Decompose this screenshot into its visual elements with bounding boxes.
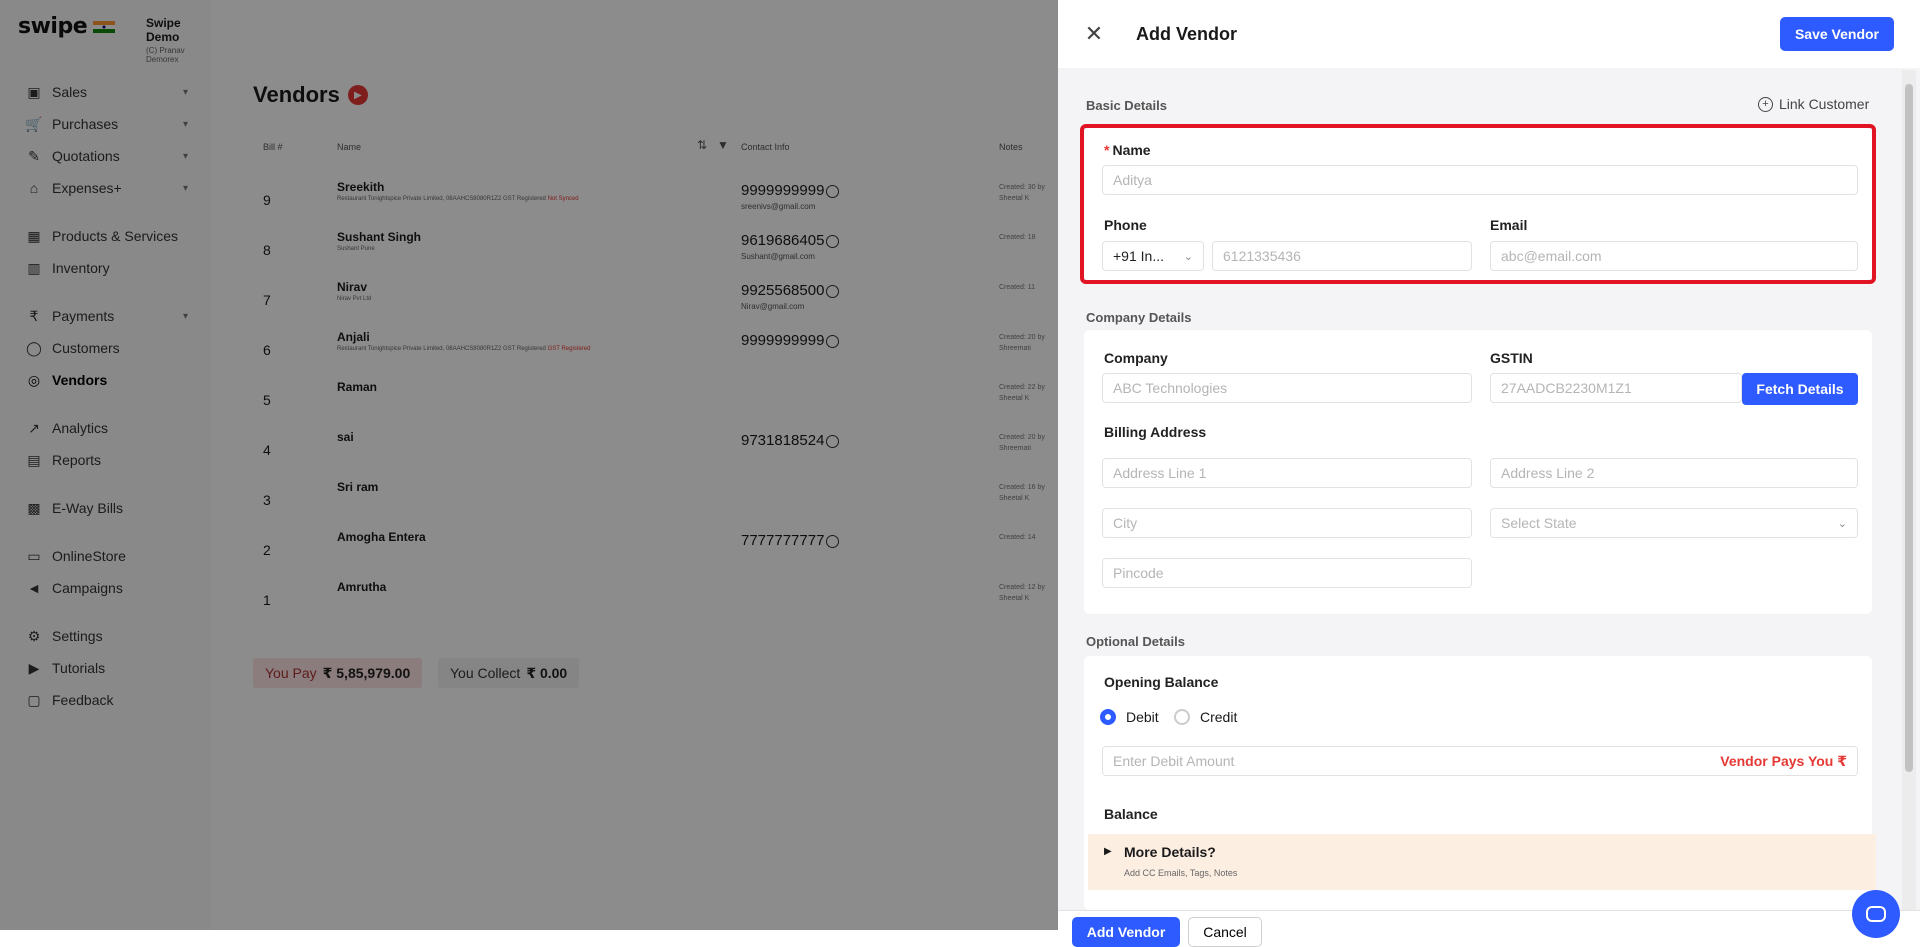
billing-address-label: Billing Address (1104, 424, 1207, 440)
drawer-footer: Add Vendor Cancel (1058, 910, 1920, 947)
credit-radio[interactable]: Credit (1174, 709, 1237, 725)
scrollbar-thumb[interactable] (1905, 84, 1913, 772)
radio-empty-icon (1174, 709, 1190, 725)
name-input[interactable]: Aditya (1102, 165, 1858, 195)
name-label: * Name (1104, 142, 1151, 158)
link-customer-link[interactable]: + Link Customer (1758, 96, 1869, 112)
chat-launcher-button[interactable] (1852, 890, 1900, 938)
modal-overlay[interactable] (0, 0, 1058, 930)
chat-icon (1866, 906, 1886, 922)
close-icon[interactable]: ✕ (1082, 22, 1106, 46)
pincode-input[interactable]: Pincode (1102, 558, 1472, 588)
plus-circle-icon: + (1758, 96, 1773, 112)
email-input[interactable]: abc@email.com (1490, 241, 1858, 271)
company-details-label: Company Details (1086, 310, 1192, 325)
gstin-input[interactable]: 27AADCB2230M1Z1 (1490, 373, 1742, 403)
chevron-down-icon: ⌄ (1183, 250, 1193, 263)
debit-amount-input[interactable]: Enter Debit Amount Vendor Pays You ₹ (1102, 746, 1858, 776)
address-line1-input[interactable]: Address Line 1 (1102, 458, 1472, 488)
radio-selected-icon (1100, 709, 1116, 725)
balance-label: Balance (1104, 806, 1158, 822)
drawer-scrollbar[interactable] (1902, 70, 1916, 910)
add-vendor-drawer: ✕ Add Vendor Save Vendor Basic Details +… (1058, 0, 1920, 947)
country-code-select[interactable]: +91 In... ⌄ (1102, 241, 1204, 271)
caret-right-icon: ▶ (1104, 846, 1112, 857)
opening-balance-label: Opening Balance (1104, 674, 1219, 690)
drawer-header: ✕ Add Vendor Save Vendor (1058, 0, 1920, 68)
vendor-pays-you-addon: Vendor Pays You ₹ (1720, 752, 1847, 769)
save-vendor-button[interactable]: Save Vendor (1780, 17, 1894, 51)
company-label: Company (1104, 350, 1168, 366)
more-details-toggle[interactable]: ▶ More Details? Add CC Emails, Tags, Not… (1088, 834, 1876, 890)
add-vendor-button[interactable]: Add Vendor (1072, 917, 1180, 947)
email-label: Email (1490, 217, 1528, 233)
gstin-label: GSTIN (1490, 350, 1533, 366)
optional-details-label: Optional Details (1086, 634, 1185, 649)
app-root: swipe Swipe Demo (C) Pranav Demorex ▣ Sal… (0, 0, 1920, 947)
phone-input[interactable]: 6121335436 (1212, 241, 1472, 271)
state-select[interactable]: Select State ⌄ (1490, 508, 1858, 538)
city-input[interactable]: City (1102, 508, 1472, 538)
chevron-down-icon: ⌄ (1837, 517, 1847, 530)
cancel-button[interactable]: Cancel (1188, 917, 1262, 947)
address-line2-input[interactable]: Address Line 2 (1490, 458, 1858, 488)
basic-details-label: Basic Details (1086, 98, 1167, 113)
debit-radio[interactable]: Debit (1100, 709, 1159, 725)
fetch-details-button[interactable]: Fetch Details (1742, 373, 1858, 405)
drawer-title: Add Vendor (1136, 24, 1238, 44)
phone-label: Phone (1104, 217, 1147, 233)
company-input[interactable]: ABC Technologies (1102, 373, 1472, 403)
